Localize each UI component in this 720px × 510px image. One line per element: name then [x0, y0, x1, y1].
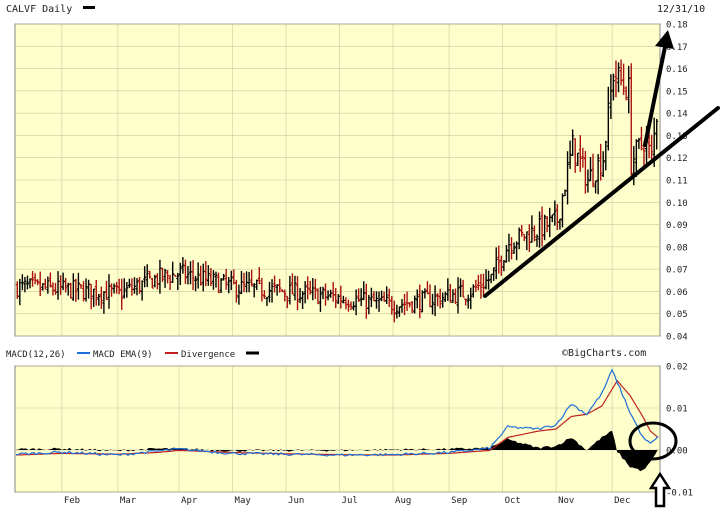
- price-y-tick-label: 0.14: [666, 110, 688, 120]
- price-y-tick-label: 0.05: [666, 310, 688, 320]
- price-y-tick-label: 0.07: [666, 266, 688, 276]
- x-axis-months: Feb Mar Apr May Jun Jul Aug Sep Oct Nov Dec: [64, 496, 631, 506]
- legend-swatch-price: [83, 6, 95, 9]
- macd-label: MACD(12,26): [6, 350, 66, 360]
- price-y-tick-label: 0.11: [666, 177, 688, 187]
- price-y-tick-label: 0.09: [666, 221, 688, 231]
- price-y-tick-label: 0.12: [666, 154, 688, 164]
- macd-plot-background: [14, 365, 661, 493]
- price-panel: 0.040.050.060.070.080.090.100.110.120.13…: [14, 21, 720, 359]
- macd-panel: MACD(12,26) MACD EMA(9) Divergence 0.02 0…: [6, 350, 693, 508]
- chart-header: CALVF Daily 12/31/10: [6, 4, 705, 15]
- macd-y-tick-label: -0.01: [666, 489, 693, 499]
- x-tick-label: Feb: [64, 496, 80, 506]
- stock-chart: CALVF Daily 12/31/10 0.04 0.05 0.06 0.07 0.0…: [6, 4, 720, 508]
- symbol-title: CALVF Daily: [6, 4, 72, 15]
- price-y-axis: 0.040.050.060.070.080.090.100.110.120.13…: [666, 21, 688, 343]
- macd-legend-label: MACD EMA(9): [93, 350, 153, 360]
- x-tick-label: Jul: [342, 496, 358, 506]
- x-tick-label: May: [235, 496, 252, 506]
- price-y-tick-label: 0.08: [666, 243, 688, 253]
- price-y-tick-label: 0.15: [666, 87, 688, 97]
- macd-y-tick-label: 0.02: [666, 363, 688, 373]
- price-y-tick-label: 0.04: [666, 333, 688, 343]
- x-tick-label: Oct: [505, 496, 521, 506]
- macd-y-tick-label: 0.01: [666, 405, 688, 415]
- price-y-tick-label: 0.16: [666, 65, 688, 75]
- x-tick-label: Apr: [181, 496, 198, 506]
- date-label: 12/31/10: [657, 4, 705, 15]
- divergence-legend-label: Divergence: [181, 350, 235, 360]
- x-tick-label: Jun: [288, 496, 304, 506]
- x-tick-label: Aug: [395, 496, 411, 506]
- x-tick-label: Dec: [614, 496, 630, 506]
- watermark: ©BigCharts.com: [562, 348, 646, 359]
- price-y-tick-label: 0.18: [666, 21, 688, 31]
- x-tick-label: Nov: [558, 496, 574, 506]
- x-tick-label: Mar: [120, 496, 137, 506]
- price-y-tick-label: 0.06: [666, 288, 688, 298]
- price-y-tick-label: 0.10: [666, 199, 688, 209]
- x-tick-label: Sep: [451, 496, 467, 506]
